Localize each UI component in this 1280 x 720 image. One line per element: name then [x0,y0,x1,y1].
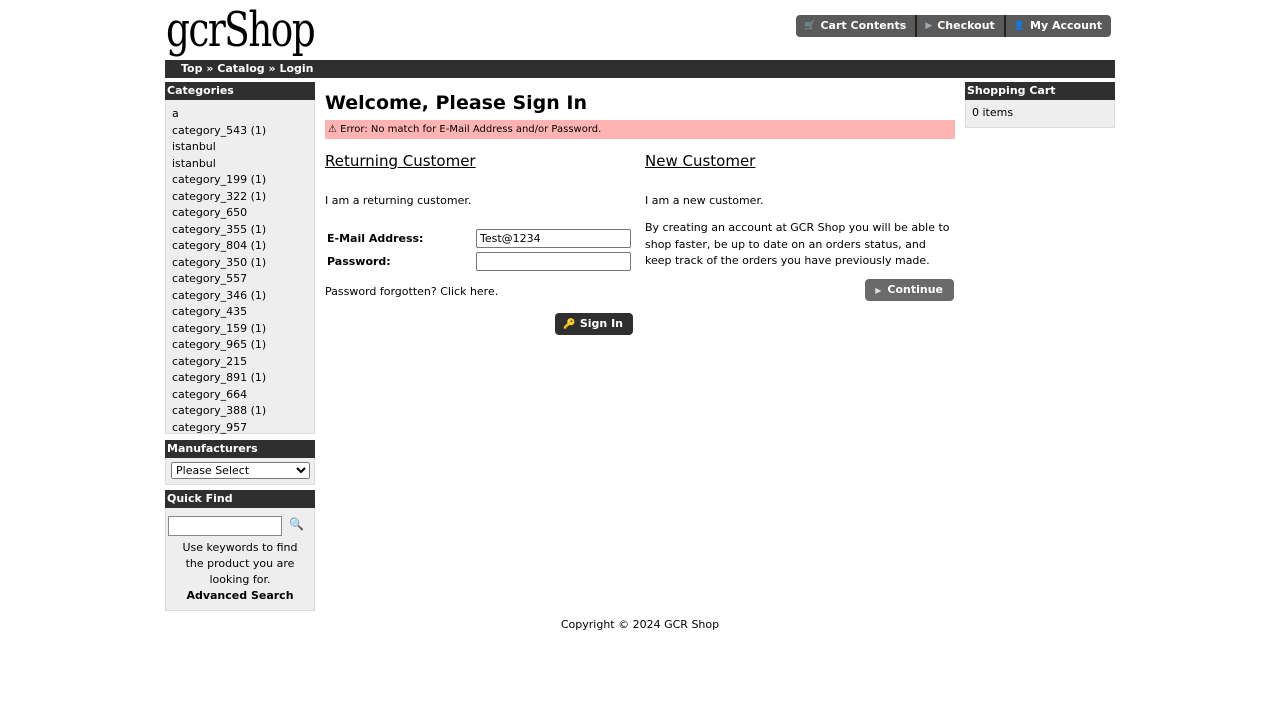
checkout-button[interactable]: ▶ Checkout [917,15,1006,37]
page: gcrShop 🛒 Cart Contents ▶ Checkout 👤 My … [165,0,1115,720]
warning-icon: ⚠ [328,124,337,135]
category-link[interactable]: category_322 (1) [172,189,314,206]
breadcrumb: Top » Catalog » Login [165,60,1115,78]
new-customer-section: New Customer I am a new customer. By cre… [645,151,954,341]
checkout-label: Checkout [937,19,995,32]
breadcrumb-login[interactable]: Login [279,62,313,75]
categories-list: a category_543 (1) istanbul istanbul cat… [165,100,315,434]
error-text: Error: No match for E-Mail Address and/o… [340,124,602,135]
category-link[interactable]: category_804 (1) [172,238,314,255]
breadcrumb-catalog[interactable]: Catalog [217,62,264,75]
category-link[interactable]: category_650 [172,205,314,222]
manufacturers-box: Please Select [165,458,315,485]
quick-find-help: Use keywords to find the product you are… [182,541,298,586]
category-link[interactable]: istanbul [172,139,314,156]
category-link[interactable]: category_159 (1) [172,321,314,338]
category-link[interactable]: category_965 (1) [172,337,314,354]
new-customer-description: By creating an account at GCR Shop you w… [645,221,950,267]
category-link[interactable]: category_435 [172,304,314,321]
shopping-cart-heading[interactable]: Shopping Cart [965,82,1115,100]
category-link[interactable]: category_957 [172,420,314,437]
email-row: E-Mail Address: [325,227,633,250]
password-field[interactable] [476,252,631,271]
new-customer-heading: New Customer [645,152,756,170]
right-column: Shopping Cart 0 items [965,82,1115,128]
key-icon: 🔑 [563,319,576,330]
password-label: Password: [327,255,391,268]
continue-label: Continue [887,283,943,296]
category-link[interactable]: category_215 [172,354,314,371]
page-title: Welcome, Please Sign In [325,92,588,114]
category-link[interactable]: category_199 (1) [172,172,314,189]
arrow-right-icon: ▶ [875,286,882,295]
quick-find-box: 🔍 Use keywords to find the product you a… [165,508,315,611]
sign-in-button[interactable]: 🔑 Sign In [555,313,633,335]
password-forgotten-link[interactable]: Click here. [440,285,498,298]
my-account-button[interactable]: 👤 My Account [1005,15,1111,37]
quick-find-heading: Quick Find [165,490,315,508]
header-buttons: 🛒 Cart Contents ▶ Checkout 👤 My Account [796,15,1111,37]
error-message: ⚠ Error: No match for E-Mail Address and… [325,120,955,139]
category-link[interactable]: category_664 [172,387,314,404]
manufacturers-select[interactable]: Please Select [171,462,310,479]
cart-icon: 🛒 [804,21,816,31]
category-link[interactable]: category_543 (1) [172,123,314,140]
email-field[interactable] [476,229,631,248]
categories-heading: Categories [165,82,315,100]
main-content: Welcome, Please Sign In ⚠ Error: No matc… [325,82,955,341]
new-customer-text: I am a new customer. [645,194,764,207]
returning-customer-heading: Returning Customer [325,152,476,170]
shopping-cart-summary: 0 items [965,100,1115,128]
search-icon[interactable]: 🔍 [289,517,304,531]
footer-copyright: Copyright © 2024 GCR Shop [560,618,720,631]
quick-find-input[interactable] [167,516,282,536]
cart-contents-label: Cart Contents [820,19,907,32]
login-form: E-Mail Address: Password: [325,227,633,273]
category-link[interactable]: category_388 (1) [172,403,314,420]
category-link[interactable]: category_355 (1) [172,222,314,239]
arrow-right-icon: ▶ [925,21,933,31]
category-link[interactable]: a [172,106,314,123]
person-icon: 👤 [1013,21,1026,31]
returning-customer-section: Returning Customer I am a returning cust… [325,151,633,341]
manufacturers-heading: Manufacturers [165,440,315,458]
password-forgotten-text: Password forgotten? [325,285,441,298]
site-logo[interactable]: gcrShop [166,2,316,58]
breadcrumb-top[interactable]: Top [181,62,202,75]
login-columns: Returning Customer I am a returning cust… [325,151,955,341]
advanced-search-link[interactable]: Advanced Search [166,589,314,602]
my-account-label: My Account [1030,19,1102,32]
category-link[interactable]: istanbul [172,156,314,173]
category-link[interactable]: category_346 (1) [172,288,314,305]
returning-customer-text: I am a returning customer. [325,194,472,207]
email-label: E-Mail Address: [327,232,424,245]
password-forgotten: Password forgotten? Click here. [325,285,633,298]
password-row: Password: [325,250,633,273]
breadcrumb-separator: » [206,62,214,75]
cart-contents-button[interactable]: 🛒 Cart Contents [796,15,918,37]
category-link[interactable]: category_557 [172,271,314,288]
left-column: Categories a category_543 (1) istanbul i… [165,82,315,611]
category-link[interactable]: category_891 (1) [172,370,314,387]
sign-in-label: Sign In [579,317,623,330]
breadcrumb-separator: » [268,62,276,75]
continue-button[interactable]: ▶ Continue [865,279,954,301]
category-link[interactable]: category_350 (1) [172,255,314,272]
